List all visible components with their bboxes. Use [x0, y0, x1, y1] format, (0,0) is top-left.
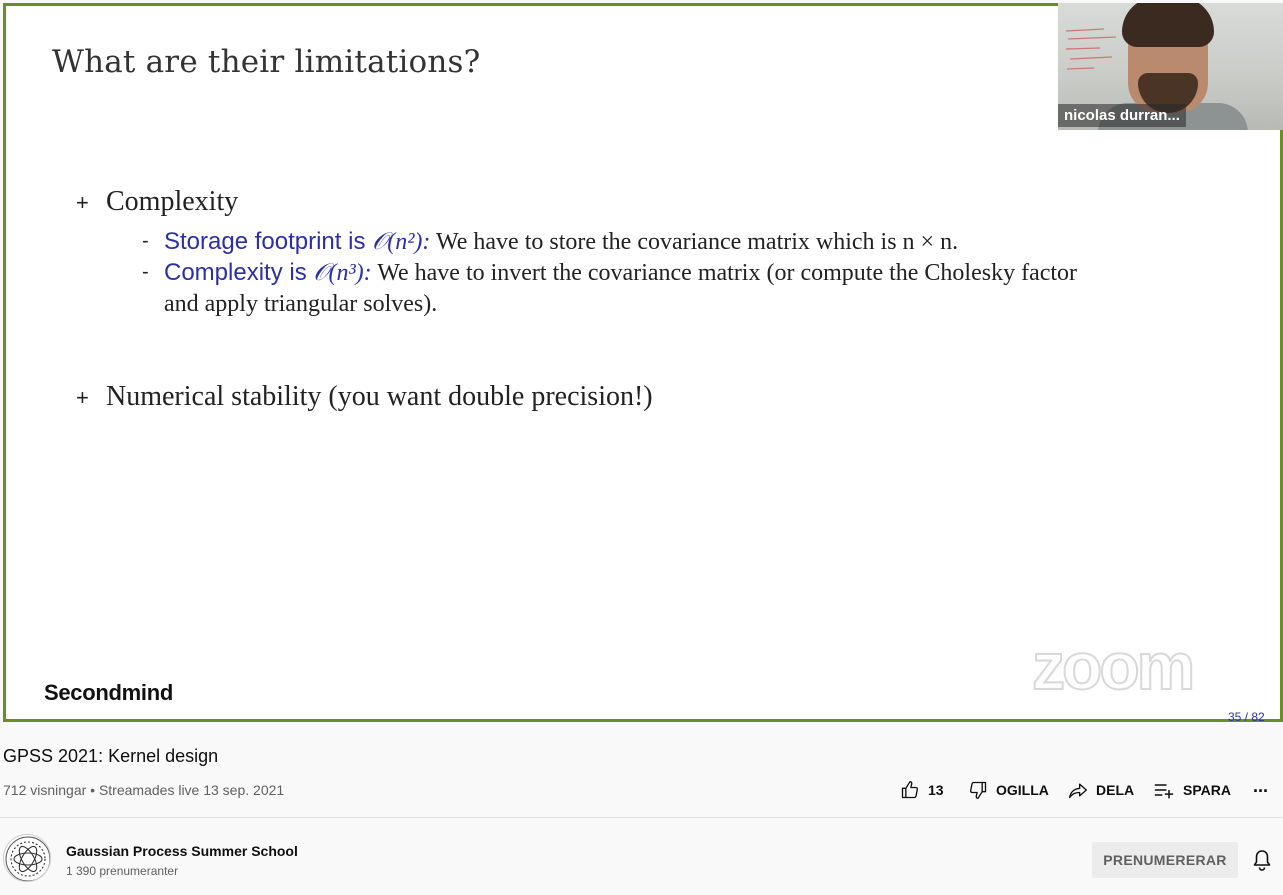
channel-name[interactable]: Gaussian Process Summer School [66, 843, 298, 859]
video-player[interactable]: What are their limitations? + Complexity … [0, 0, 1283, 725]
storage-text: We have to store the covariance matrix w… [436, 229, 959, 255]
sub-marker: - [142, 261, 149, 283]
channel-logo-icon [5, 836, 50, 881]
bullet-complexity: + Complexity [76, 186, 238, 218]
save-button[interactable]: SPARA [1153, 780, 1231, 800]
bell-icon [1253, 850, 1271, 871]
more-actions-button[interactable]: ... [1253, 776, 1268, 797]
more-icon: ... [1253, 776, 1269, 796]
divider [0, 817, 1283, 818]
bullet-marker: + [76, 385, 89, 410]
subscribe-button[interactable]: PRENUMERERAR [1092, 842, 1238, 878]
save-label: SPARA [1183, 782, 1231, 798]
share-label: DELA [1096, 782, 1135, 798]
participant-name: nicolas durran... [1058, 104, 1186, 127]
share-icon [1069, 783, 1087, 799]
slide-page-number: 35 / 82 [1228, 710, 1265, 724]
zoom-watermark: zoom [1031, 628, 1196, 704]
thumbs-down-icon [969, 781, 987, 799]
storage-label: Storage footprint is [164, 228, 373, 255]
complexity-text-cont: and apply triangular solves). [164, 291, 438, 317]
complexity-label: Complexity is [164, 259, 314, 286]
sub-bullet-complexity: - Complexity is 𝒪(n³): We have to invert… [142, 257, 1254, 320]
complexity-math: 𝒪(n³): [313, 260, 372, 286]
video-title: GPSS 2021: Kernel design [3, 746, 219, 766]
bullet-text: Numerical stability (you want double pre… [106, 381, 653, 412]
storage-math: 𝒪(n²): [372, 229, 431, 255]
like-count: 13 [928, 782, 944, 798]
participant-hair [1122, 3, 1214, 47]
channel-avatar[interactable] [3, 834, 51, 882]
notification-bell-button[interactable] [1252, 849, 1272, 876]
dislike-label: OGILLA [996, 782, 1049, 798]
sub-bullet-storage: - Storage footprint is 𝒪(n²): We have to… [142, 226, 959, 258]
sub-marker: - [142, 230, 149, 252]
playlist-add-icon [1154, 784, 1174, 799]
bullet-text: Complexity [106, 186, 239, 217]
dislike-button[interactable]: OGILLA [968, 780, 1049, 800]
share-button[interactable]: DELA [1068, 780, 1134, 800]
subscriber-count: 1 390 prenumeranter [66, 864, 179, 878]
bullet-marker: + [76, 190, 89, 215]
action-bar: 13 OGILLA DELA SPARA ... [0, 776, 1283, 806]
brand-logo: Secondmind [44, 680, 174, 705]
slide-title: What are their limitations? [52, 44, 481, 80]
thumbs-up-icon [901, 781, 919, 799]
participant-video[interactable]: nicolas durran... [1058, 3, 1283, 130]
complexity-text: We have to invert the covariance matrix … [377, 260, 1078, 286]
bullet-stability: + Numerical stability (you want double pr… [76, 381, 653, 413]
like-button[interactable]: 13 [900, 780, 944, 800]
